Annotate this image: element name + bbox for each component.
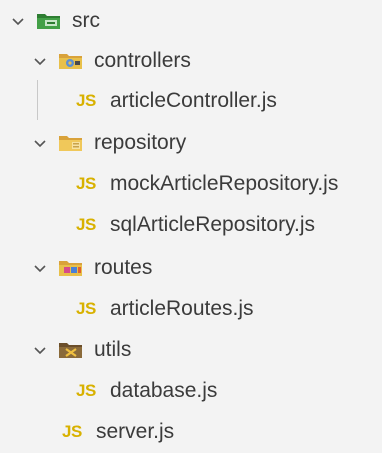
tree-item-sqlArticleRepository[interactable]: JS sqlArticleRepository.js bbox=[0, 206, 382, 244]
tree-item-mockArticleRepository[interactable]: JS mockArticleRepository.js bbox=[0, 165, 382, 203]
js-file-icon: JS bbox=[76, 174, 96, 193]
chevron-down-icon[interactable] bbox=[30, 51, 50, 71]
tree-item-label: articleRoutes.js bbox=[110, 297, 254, 320]
js-file-icon: JS bbox=[76, 91, 96, 110]
folder-utils-icon bbox=[58, 340, 84, 360]
folder-green-icon bbox=[36, 11, 62, 31]
chevron-down-icon[interactable] bbox=[30, 340, 50, 360]
tree-item-articleRoutes[interactable]: JS articleRoutes.js bbox=[0, 290, 382, 328]
tree-item-server[interactable]: JS server.js bbox=[0, 413, 382, 451]
tree-item-database[interactable]: JS database.js bbox=[0, 372, 382, 410]
folder-controllers-icon bbox=[58, 51, 84, 71]
tree-item-label: routes bbox=[94, 256, 153, 279]
folder-repository-icon bbox=[58, 133, 84, 153]
tree-item-label: articleController.js bbox=[110, 89, 277, 112]
tree-item-label: server.js bbox=[96, 420, 175, 443]
tree-item-label: database.js bbox=[110, 379, 218, 402]
file-explorer-tree: src controllers JS articleController.js bbox=[0, 0, 382, 453]
js-file-icon: JS bbox=[62, 422, 82, 441]
tree-item-src[interactable]: src bbox=[0, 2, 382, 40]
js-file-icon: JS bbox=[76, 299, 96, 318]
js-file-icon: JS bbox=[76, 215, 96, 234]
tree-item-label: controllers bbox=[94, 49, 191, 72]
chevron-down-icon[interactable] bbox=[8, 11, 28, 31]
tree-item-label: mockArticleRepository.js bbox=[110, 172, 339, 195]
tree-item-utils[interactable]: utils bbox=[0, 331, 382, 369]
folder-routes-icon bbox=[58, 258, 84, 278]
tree-item-label: src bbox=[72, 9, 100, 32]
tree-item-articleController[interactable]: JS articleController.js bbox=[0, 82, 382, 120]
tree-item-routes[interactable]: routes bbox=[0, 249, 382, 287]
chevron-down-icon[interactable] bbox=[30, 258, 50, 278]
tree-item-label: repository bbox=[94, 131, 187, 154]
tree-item-label: sqlArticleRepository.js bbox=[110, 213, 316, 236]
tree-item-label: utils bbox=[94, 338, 132, 361]
tree-item-controllers[interactable]: controllers bbox=[0, 42, 382, 80]
tree-item-repository[interactable]: repository bbox=[0, 124, 382, 162]
chevron-down-icon[interactable] bbox=[30, 133, 50, 153]
js-file-icon: JS bbox=[76, 381, 96, 400]
